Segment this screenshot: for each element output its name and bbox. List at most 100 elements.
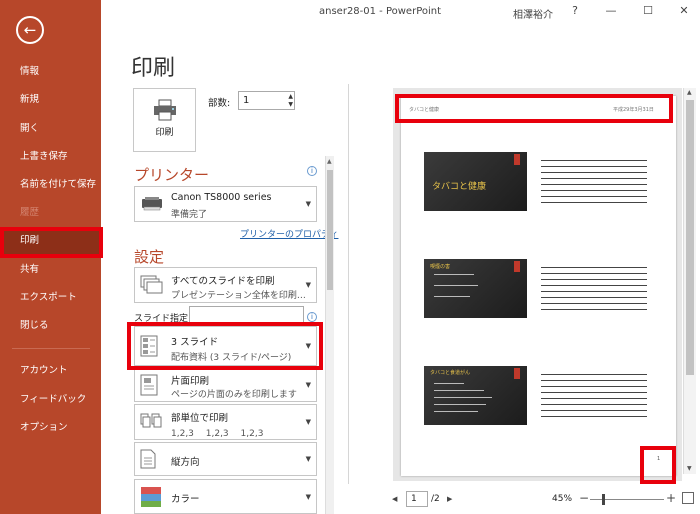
slide-bullet — [434, 383, 464, 384]
sidebar-item-export[interactable]: エクスポート — [0, 285, 101, 311]
scroll-thumb[interactable] — [686, 100, 694, 375]
copies-label: 部数: — [208, 98, 231, 109]
scroll-thumb[interactable] — [327, 170, 333, 290]
page-total: /2 — [431, 494, 440, 504]
highlight-layout-dropdown — [127, 322, 323, 370]
page-number-input[interactable]: 1 — [406, 491, 428, 507]
slide-accent — [514, 261, 520, 272]
portrait-page-icon — [140, 449, 156, 469]
note-lines — [541, 160, 647, 208]
previous-page-icon[interactable]: ◀ — [392, 495, 397, 503]
slide-thumbnail: タバコと健康 — [424, 152, 527, 211]
collate-main: 部単位で印刷 — [171, 413, 229, 424]
printer-name: Canon TS8000 series — [171, 192, 272, 203]
info-icon[interactable]: i — [307, 312, 317, 322]
sides-dropdown[interactable]: 片面印刷 ページの片面のみを印刷します ▼ — [134, 368, 317, 402]
sidebar-item-account[interactable]: アカウント — [0, 358, 101, 384]
spin-up-icon[interactable]: ▲ — [288, 93, 293, 100]
slide-title: タバコと健康 — [432, 182, 487, 192]
zoom-in-icon[interactable]: + — [666, 491, 676, 505]
print-range-dropdown[interactable]: すべてのスライドを印刷 プレゼンテーション全体を印刷… ▼ — [134, 267, 317, 303]
slide-bullet — [434, 296, 470, 297]
color-dropdown[interactable]: カラー ▼ — [134, 479, 317, 514]
slide-bullet — [434, 274, 474, 275]
sidebar-item-new[interactable]: 新規 — [0, 87, 101, 113]
print-button-label: 印刷 — [155, 128, 174, 138]
highlight-page-header — [395, 94, 673, 123]
copies-value: 1 — [243, 95, 250, 106]
zoom-level[interactable]: 45% — [552, 494, 572, 504]
chevron-down-icon: ▼ — [305, 200, 311, 208]
sidebar-item-save-as[interactable]: 名前を付けて保存 — [0, 172, 101, 198]
note-lines — [541, 267, 647, 315]
back-arrow-icon[interactable]: ← — [16, 16, 44, 44]
printer-status: 準備完了 — [171, 210, 208, 220]
panel-divider — [348, 84, 349, 484]
scroll-up-icon[interactable]: ▲ — [327, 158, 332, 165]
print-range-sub: プレゼンテーション全体を印刷… — [171, 291, 306, 301]
collate-dropdown[interactable]: 部単位で印刷 1,2,3 1,2,3 1,2,3 ▼ — [134, 404, 317, 440]
print-button[interactable]: 印刷 — [133, 88, 196, 152]
scroll-up-icon[interactable]: ▲ — [687, 89, 692, 96]
spin-down-icon[interactable]: ▼ — [288, 101, 293, 108]
settings-heading: 設定 — [134, 248, 165, 266]
slide-accent — [514, 154, 520, 165]
maximize-icon[interactable]: ☐ — [640, 4, 656, 17]
slide-bullet — [434, 411, 478, 412]
slides-stack-icon — [140, 275, 163, 294]
sidebar-item-history: 履歴 — [20, 207, 40, 218]
orientation-dropdown[interactable]: 縦方向 ▼ — [134, 442, 317, 476]
printer-dropdown[interactable]: Canon TS8000 series 準備完了 ▼ — [134, 186, 317, 222]
sidebar-item-share[interactable]: 共有 — [0, 257, 101, 283]
sidebar-item-close[interactable]: 閉じる — [0, 313, 101, 339]
note-lines — [541, 374, 647, 422]
close-icon[interactable]: ✕ — [676, 4, 692, 17]
chevron-down-icon: ▼ — [305, 418, 311, 426]
sides-sub: ページの片面のみを印刷します — [171, 390, 297, 400]
slide-bullet — [434, 404, 486, 405]
sidebar-item-feedback[interactable]: フィードバック — [0, 387, 101, 413]
sidebar-item-save[interactable]: 上書き保存 — [0, 144, 101, 170]
slide-title: タバコと食道がん — [430, 370, 471, 376]
printer-heading: プリンター — [134, 166, 210, 184]
sidebar-item-options[interactable]: オプション — [0, 415, 101, 441]
current-page: 1 — [411, 494, 417, 504]
sidebar-item-open[interactable]: 開く — [0, 116, 101, 142]
orientation-main: 縦方向 — [171, 457, 200, 468]
sidebar-divider — [12, 348, 90, 349]
zoom-slider-handle[interactable] — [602, 494, 606, 505]
fit-to-page-icon[interactable] — [682, 492, 694, 504]
printer-properties-link[interactable]: プリンターのプロパティ — [240, 227, 338, 240]
color-main: カラー — [171, 494, 200, 505]
printer-device-icon — [142, 197, 162, 211]
slide-bullet — [434, 397, 492, 398]
chevron-down-icon: ▼ — [305, 455, 311, 463]
slide-spec-input[interactable] — [189, 306, 304, 323]
preview-scrollbar[interactable]: ▲ ▼ — [683, 88, 696, 474]
user-name[interactable]: 相澤裕介 — [513, 6, 553, 21]
title-bar: anser28-01 - PowerPoint 相澤裕介 ? — ☐ ✕ — [101, 0, 700, 26]
next-page-icon[interactable]: ▶ — [447, 495, 452, 503]
zoom-out-icon[interactable]: − — [579, 491, 589, 505]
color-swatch-icon — [141, 486, 161, 507]
sides-main: 片面印刷 — [171, 376, 210, 387]
chevron-down-icon: ▼ — [305, 381, 311, 389]
collate-icon — [140, 413, 162, 428]
help-icon[interactable]: ? — [567, 4, 583, 17]
copies-input[interactable]: 1 ▲ ▼ — [238, 91, 295, 110]
sidebar-item-info[interactable]: 情報 — [0, 59, 101, 85]
settings-scrollbar[interactable]: ▲ — [325, 156, 334, 514]
minimize-icon[interactable]: — — [603, 4, 619, 17]
page-title: 印刷 — [131, 56, 176, 81]
highlight-page-number — [640, 446, 676, 484]
window-title: anser28-01 - PowerPoint — [319, 6, 442, 17]
chevron-down-icon: ▼ — [305, 281, 311, 289]
info-icon[interactable]: i — [307, 166, 317, 176]
slide-title: 喫煙の害 — [430, 264, 451, 270]
zoom-slider[interactable] — [590, 499, 664, 500]
collate-sub: 1,2,3 1,2,3 1,2,3 — [171, 429, 264, 439]
single-sided-icon — [140, 374, 158, 396]
printer-icon — [153, 99, 176, 121]
slide-thumbnail: 喫煙の害 — [424, 259, 527, 318]
scroll-down-icon[interactable]: ▼ — [687, 465, 692, 472]
